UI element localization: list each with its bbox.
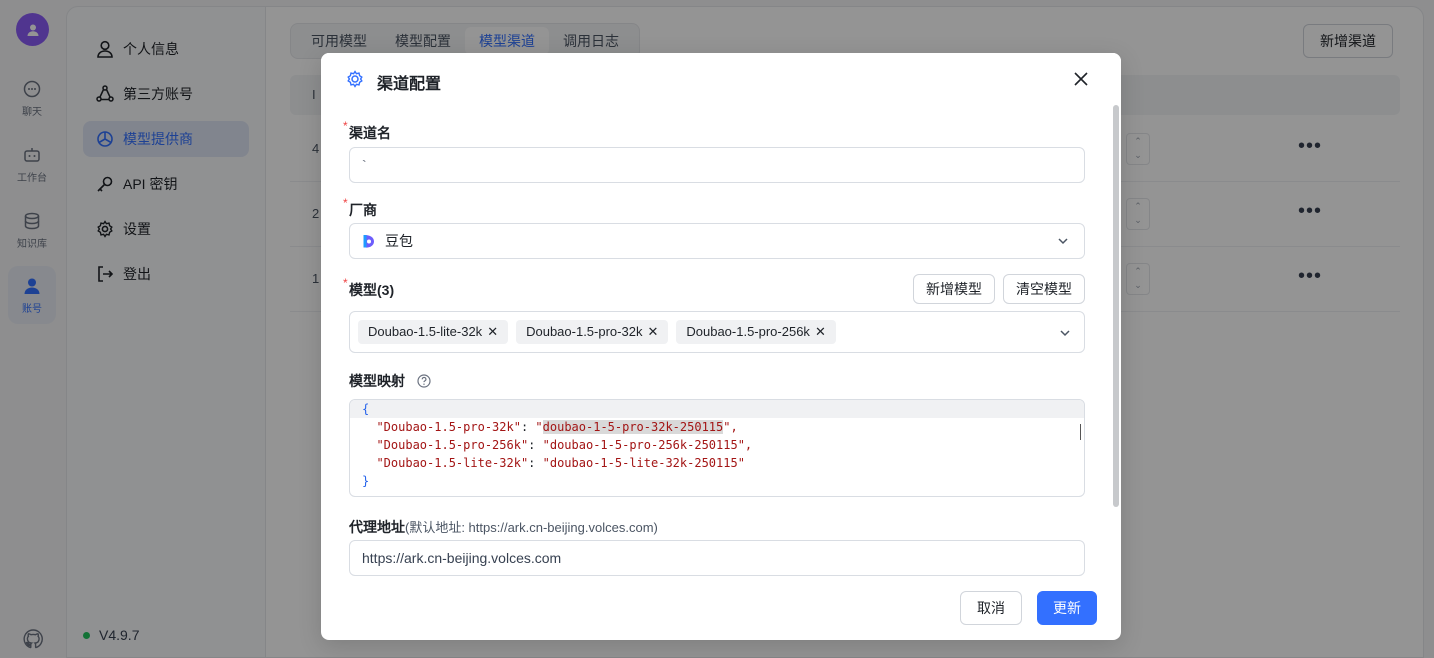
code-open-brace: { — [362, 402, 370, 416]
proxy-hint: (默认地址: https://ark.cn-beijing.volces.com… — [405, 520, 658, 535]
models-label: * 模型(3) — [343, 276, 395, 298]
channel-config-modal: 渠道配置 * 渠道名 ` * 厂商 豆包 * 模型(3) 新增模型 清空模型 Doub… — [321, 53, 1121, 640]
proxy-label: 代理地址(默认地址: https://ark.cn-beijing.volces… — [349, 519, 658, 535]
text-cursor — [1080, 424, 1081, 440]
required-mark: * — [343, 196, 348, 210]
model-tag: Doubao-1.5-pro-32k ✕ — [516, 320, 669, 344]
vendor-select[interactable]: 豆包 — [349, 223, 1085, 259]
model-tag: Doubao-1.5-lite-32k ✕ — [358, 320, 509, 344]
proxy-value: https://ark.cn-beijing.volces.com — [362, 550, 562, 566]
channel-name-input[interactable]: ` — [349, 147, 1085, 183]
model-provider-icon — [347, 70, 363, 88]
mapping-value: "doubao-1-5-lite-32k-250115" — [542, 456, 745, 470]
modal-title: 渠道配置 — [377, 76, 442, 93]
remove-tag-icon[interactable]: ✕ — [647, 320, 658, 344]
required-mark: * — [343, 276, 348, 290]
close-icon — [1074, 72, 1088, 86]
model-mapping-editor[interactable]: { "Doubao-1.5-pro-32k": "doubao-1-5-pro-… — [349, 399, 1085, 497]
doubao-logo-icon — [363, 235, 374, 248]
proxy-input[interactable]: https://ark.cn-beijing.volces.com — [349, 540, 1085, 576]
mapping-key: "Doubao-1.5-lite-32k" — [376, 456, 529, 470]
model-tag: Doubao-1.5-pro-256k ✕ — [676, 320, 836, 344]
code-close-brace: } — [362, 474, 370, 488]
channel-name-label: * 渠道名 — [343, 119, 391, 141]
remove-tag-icon[interactable]: ✕ — [815, 320, 826, 344]
models-multiselect[interactable]: Doubao-1.5-lite-32k ✕ Doubao-1.5-pro-32k ✕… — [349, 311, 1085, 353]
chevron-down-icon — [1058, 238, 1068, 245]
close-button[interactable] — [1069, 67, 1093, 91]
vendor-label: * 厂商 — [343, 196, 377, 218]
update-button[interactable]: 更新 — [1037, 591, 1097, 625]
required-mark: * — [343, 119, 348, 133]
channel-name-value: ` — [362, 157, 367, 173]
modal-header: 渠道配置 — [321, 53, 1121, 105]
cancel-button[interactable]: 取消 — [960, 591, 1022, 625]
clear-models-button[interactable]: 清空模型 — [1003, 274, 1085, 304]
mapping-key: "Doubao-1.5-pro-32k" — [376, 420, 521, 434]
help-icon[interactable] — [417, 374, 431, 388]
chevron-down-icon — [1060, 330, 1070, 337]
vendor-value: 豆包 — [385, 233, 413, 249]
mapping-value-selected: doubao-1-5-pro-32k-250115 — [542, 420, 724, 434]
remove-tag-icon[interactable]: ✕ — [487, 320, 498, 344]
mapping-key: "Doubao-1.5-pro-256k" — [376, 438, 529, 452]
modal-scrollbar-thumb[interactable] — [1113, 105, 1119, 507]
add-model-button[interactable]: 新增模型 — [913, 274, 995, 304]
model-mapping-label: 模型映射 — [349, 371, 431, 391]
mapping-value: "doubao-1-5-pro-256k-250115", — [542, 438, 753, 452]
